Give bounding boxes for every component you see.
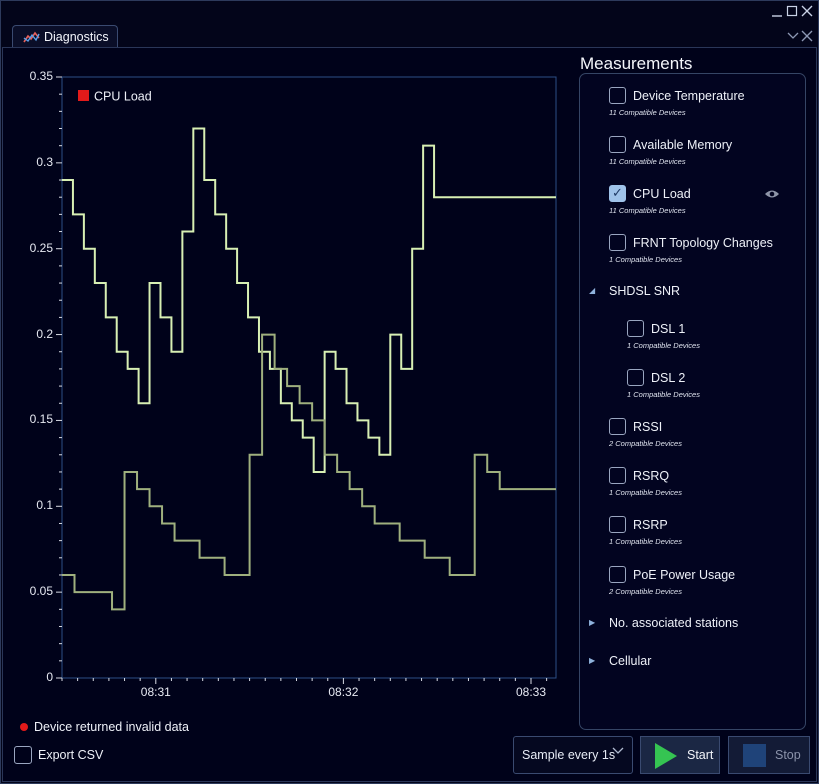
chevron-down-icon [612,746,624,759]
measurement-label: CPU Load [633,187,691,201]
x-tick-label: 08:32 [328,685,359,699]
measurement-checkbox[interactable] [627,369,644,386]
compatible-devices-count: 1 Compatible Devices [609,537,682,546]
compatible-devices-count: 1 Compatible Devices [627,390,700,399]
y-tick-label: 0.3 [36,154,53,169]
series-line-2 [62,333,556,611]
measurement-checkbox[interactable] [609,87,626,104]
legend-swatch [78,90,89,101]
y-tick-label: 0.35 [29,69,53,83]
compatible-devices-count: 11 Compatible Devices [609,108,686,117]
start-button-label: Start [687,748,714,762]
measurement-checkbox[interactable] [609,467,626,484]
measurement-checkbox[interactable] [609,185,626,202]
measurements-panel [579,73,806,730]
measurement-checkbox[interactable] [609,566,626,583]
measurement-label: RSSI [633,420,663,434]
export-csv-checkbox[interactable] [14,746,32,764]
play-icon [655,743,677,769]
y-tick-label: 0.1 [36,498,53,513]
eye-icon[interactable] [764,187,780,205]
y-tick-label: 0.05 [29,584,53,599]
export-csv-label: Export CSV [38,748,104,762]
x-tick-label: 08:31 [140,685,171,699]
compatible-devices-count: 1 Compatible Devices [609,255,682,264]
group-label: No. associated stations [609,616,739,630]
measurement-label: RSRP [633,518,668,532]
measurement-checkbox[interactable] [609,516,626,533]
measurement-label: FRNT Topology Changes [633,236,773,250]
compatible-devices-count: 1 Compatible Devices [609,488,682,497]
group-label: SHDSL SNR [609,284,681,298]
measurement-checkbox[interactable] [609,234,626,251]
measurement-checkbox[interactable] [609,418,626,435]
y-tick-label: 0.15 [29,412,53,427]
collapsed-arrow-icon[interactable]: ▶ [589,618,595,627]
measurement-checkbox[interactable] [627,320,644,337]
measurement-label: RSRQ [633,469,670,483]
measurements-title: Measurements [580,54,693,73]
start-button[interactable]: Start [640,736,720,774]
measurement-label: DSL 1 [651,322,686,336]
compatible-devices-count: 2 Compatible Devices [609,439,682,448]
sample-interval-value: Sample every 1s [522,748,616,762]
measurement-label: DSL 2 [651,371,686,385]
y-tick-label: 0 [46,670,53,684]
status-text: Device returned invalid data [34,720,189,734]
stop-button[interactable]: Stop [728,736,810,774]
stop-button-label: Stop [775,748,801,762]
compatible-devices-count: 11 Compatible Devices [609,206,686,215]
group-label: Cellular [609,654,652,668]
expanded-arrow-icon[interactable]: ◢ [589,286,595,295]
measurement-label: PoE Power Usage [633,568,736,582]
compatible-devices-count: 2 Compatible Devices [609,587,682,596]
legend-label: CPU Load [94,90,152,104]
stop-icon [743,744,766,767]
measurement-label: Device Temperature [633,89,745,103]
sample-interval-select[interactable]: Sample every 1s [513,736,633,774]
compatible-devices-count: 11 Compatible Devices [609,157,686,166]
y-tick-label: 0.2 [36,326,53,341]
series-line-1 [62,127,556,473]
y-tick-label: 0.25 [29,240,53,255]
status-error-icon [20,723,28,731]
x-tick-label: 08:33 [515,685,546,699]
plot-area [61,76,557,679]
measurement-label: Available Memory [633,138,733,152]
compatible-devices-count: 1 Compatible Devices [627,341,700,350]
measurement-checkbox[interactable] [609,136,626,153]
collapsed-arrow-icon[interactable]: ▶ [589,656,595,665]
